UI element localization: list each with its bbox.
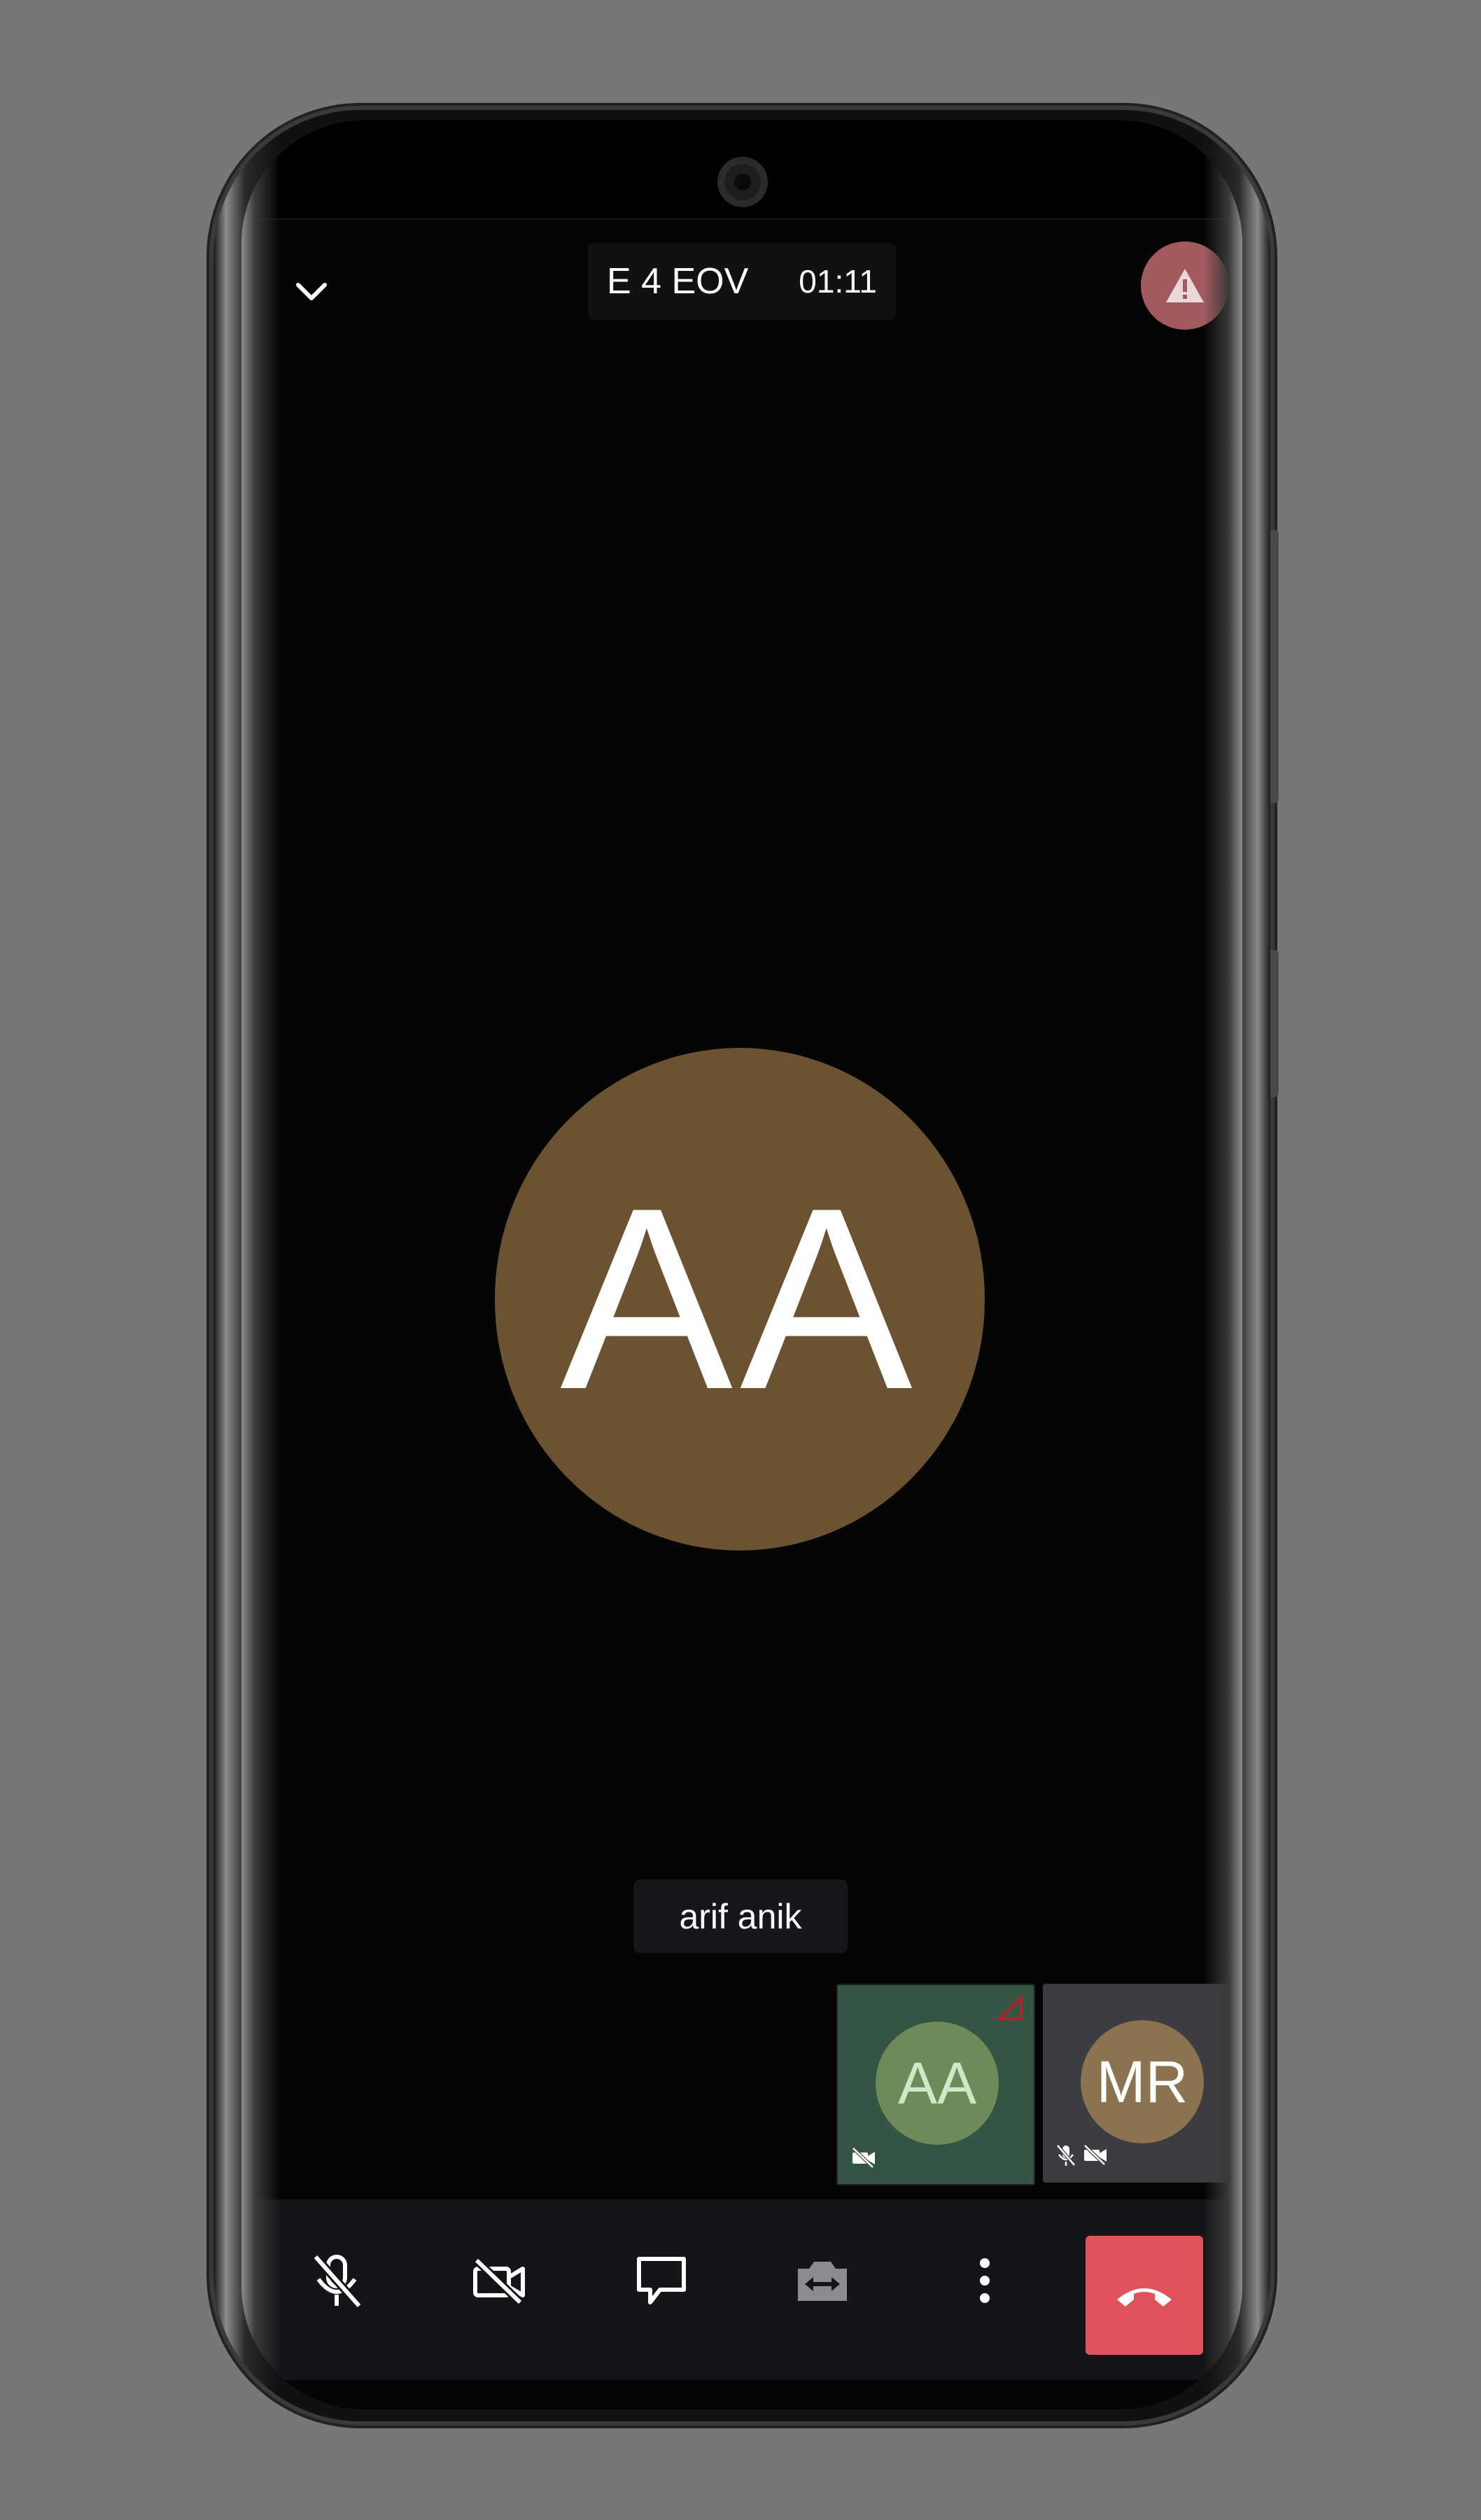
video-off-icon (1083, 2144, 1107, 2166)
camera-toggle-button[interactable] (464, 2246, 534, 2316)
thumbnail-initials: MR (1096, 2048, 1188, 2115)
call-timer: 01:11 (799, 263, 877, 300)
switch-camera-button[interactable] (787, 2246, 857, 2316)
chat-button[interactable] (626, 2246, 696, 2316)
signal-warning-icon (996, 1995, 1023, 2020)
mute-button[interactable] (302, 2246, 372, 2316)
main-participant-initials: AA (560, 1154, 920, 1443)
participant-thumbnail[interactable]: AA (836, 1984, 1035, 2185)
warning-icon (1166, 269, 1204, 302)
hangup-button[interactable] (1086, 2236, 1203, 2355)
warning-button[interactable] (1141, 241, 1229, 330)
screen-edge (241, 120, 280, 2409)
side-button (1270, 950, 1279, 1097)
mic-off-icon (1056, 2144, 1076, 2166)
chevron-down-icon (296, 283, 327, 300)
video-off-icon (473, 2257, 525, 2305)
call-screen: E 4 EOV 01:11 AA arif anik AA MR (241, 120, 1242, 2409)
more-icon (980, 2258, 990, 2303)
mic-off-icon (312, 2254, 363, 2309)
thumbnail-avatar: AA (876, 2022, 999, 2145)
main-participant-avatar: AA (495, 1048, 985, 1550)
more-options-button[interactable] (950, 2246, 1020, 2316)
status-area (241, 120, 1242, 220)
minimize-button[interactable] (280, 260, 343, 323)
participant-name-tag: arif anik (633, 1879, 848, 1953)
front-camera (717, 157, 768, 207)
thumbnail-avatar: MR (1081, 2020, 1204, 2143)
thumbnail-initials: AA (897, 2050, 977, 2116)
call-toolbar (241, 2199, 1242, 2380)
switch-camera-icon (798, 2262, 847, 2301)
hangup-icon (1117, 2288, 1172, 2306)
meeting-name: E 4 EOV (606, 261, 749, 302)
video-off-icon (852, 2147, 875, 2169)
participant-thumbnail[interactable]: MR (1043, 1984, 1240, 2183)
chat-icon (637, 2257, 686, 2304)
call-info-pill: E 4 EOV 01:11 (588, 243, 896, 320)
side-button (1270, 530, 1279, 803)
